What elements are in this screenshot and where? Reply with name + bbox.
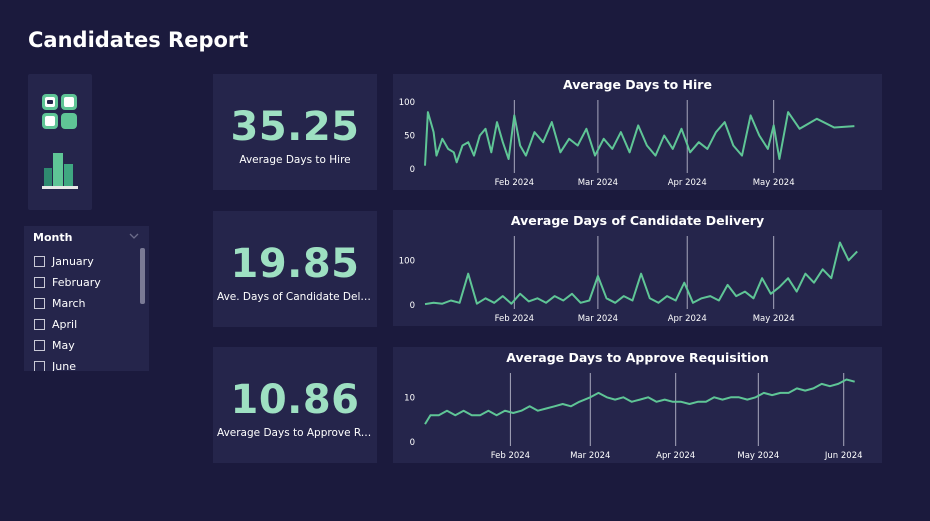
- checkbox[interactable]: [34, 340, 45, 351]
- kpi-label: Average Days to Hire: [239, 154, 351, 166]
- x-tick-label: May 2024: [753, 178, 795, 188]
- x-tick-label: Feb 2024: [495, 314, 534, 324]
- y-tick-label: 100: [399, 98, 415, 108]
- x-tick-label: Apr 2024: [668, 178, 707, 188]
- x-tick-label: Mar 2024: [578, 178, 618, 188]
- chart-candidate-delivery: Average Days of Candidate Delivery Feb 2…: [393, 210, 882, 326]
- slicer-item-label: January: [52, 255, 94, 268]
- checkbox[interactable]: [34, 361, 45, 371]
- line-chart-svg[interactable]: Feb 2024 Mar 2024 Apr 2024 May 2024 0 50 100: [393, 74, 882, 190]
- slicer-item-january[interactable]: January: [34, 251, 138, 272]
- checkbox[interactable]: [34, 277, 45, 288]
- kpi-card-days-to-hire: 35.25 Average Days to Hire: [213, 74, 377, 190]
- x-tick-label: May 2024: [737, 451, 779, 461]
- slicer-item-april[interactable]: April: [34, 314, 138, 335]
- x-tick-label: May 2024: [753, 314, 795, 324]
- kpi-card-candidate-delivery: 19.85 Ave. Days of Candidate Delivery: [213, 211, 377, 327]
- slicer-item-label: May: [52, 339, 75, 352]
- line-chart-svg[interactable]: Feb 2024 Mar 2024 Apr 2024 May 2024 Jun 2024…: [393, 347, 882, 463]
- chart-days-to-hire: Average Days to Hire Feb 2024 Mar 2024 Apr…: [393, 74, 882, 190]
- slicer-header: Month: [33, 231, 73, 244]
- slicer-scrollbar[interactable]: [140, 248, 145, 304]
- slicer-item-june[interactable]: June: [34, 356, 138, 371]
- month-slicer: Month January February March April May J…: [24, 226, 149, 371]
- x-tick-label: Apr 2024: [656, 451, 695, 461]
- grid-icon[interactable]: [40, 92, 80, 132]
- x-tick-label: Apr 2024: [668, 314, 707, 324]
- slicer-item-label: June: [52, 360, 76, 371]
- series-line: [424, 111, 855, 166]
- navigation-panel: [28, 74, 92, 210]
- x-tick-label: Feb 2024: [491, 451, 530, 461]
- x-tick-label: Jun 2024: [824, 451, 863, 461]
- kpi-value: 19.85: [230, 241, 360, 287]
- x-tick-label: Feb 2024: [495, 178, 534, 188]
- page-title: Candidates Report: [28, 28, 249, 52]
- slicer-item-march[interactable]: March: [34, 293, 138, 314]
- checkbox[interactable]: [34, 319, 45, 330]
- kpi-value: 10.86: [230, 377, 360, 423]
- bar-chart-icon[interactable]: [40, 150, 80, 190]
- slicer-item-february[interactable]: February: [34, 272, 138, 293]
- series-line: [424, 241, 858, 306]
- line-chart-svg[interactable]: Feb 2024 Mar 2024 Apr 2024 May 2024 0 100: [393, 210, 882, 326]
- slicer-list: January February March April May June: [34, 251, 138, 371]
- checkbox[interactable]: [34, 256, 45, 267]
- slicer-item-label: March: [52, 297, 86, 310]
- chart-approve-requisition: Average Days to Approve Requisition Feb …: [393, 347, 882, 463]
- y-tick-label: 50: [404, 132, 415, 142]
- y-tick-label: 0: [410, 165, 415, 175]
- y-tick-label: 0: [410, 301, 415, 311]
- slicer-item-label: February: [52, 276, 101, 289]
- kpi-label: Ave. Days of Candidate Delivery: [217, 291, 373, 303]
- slicer-item-may[interactable]: May: [34, 335, 138, 356]
- slicer-item-label: April: [52, 318, 78, 331]
- kpi-card-approve-requisition: 10.86 Average Days to Approve Requisitio…: [213, 347, 377, 463]
- kpi-label: Average Days to Approve Requisition: [217, 427, 373, 439]
- y-tick-label: 10: [404, 393, 415, 403]
- y-tick-label: 0: [410, 438, 415, 448]
- x-tick-label: Mar 2024: [578, 314, 618, 324]
- kpi-value: 35.25: [230, 104, 360, 150]
- checkbox[interactable]: [34, 298, 45, 309]
- y-tick-label: 100: [399, 256, 415, 266]
- chevron-down-icon[interactable]: [129, 233, 139, 240]
- series-line: [424, 378, 855, 425]
- x-tick-label: Mar 2024: [570, 451, 610, 461]
